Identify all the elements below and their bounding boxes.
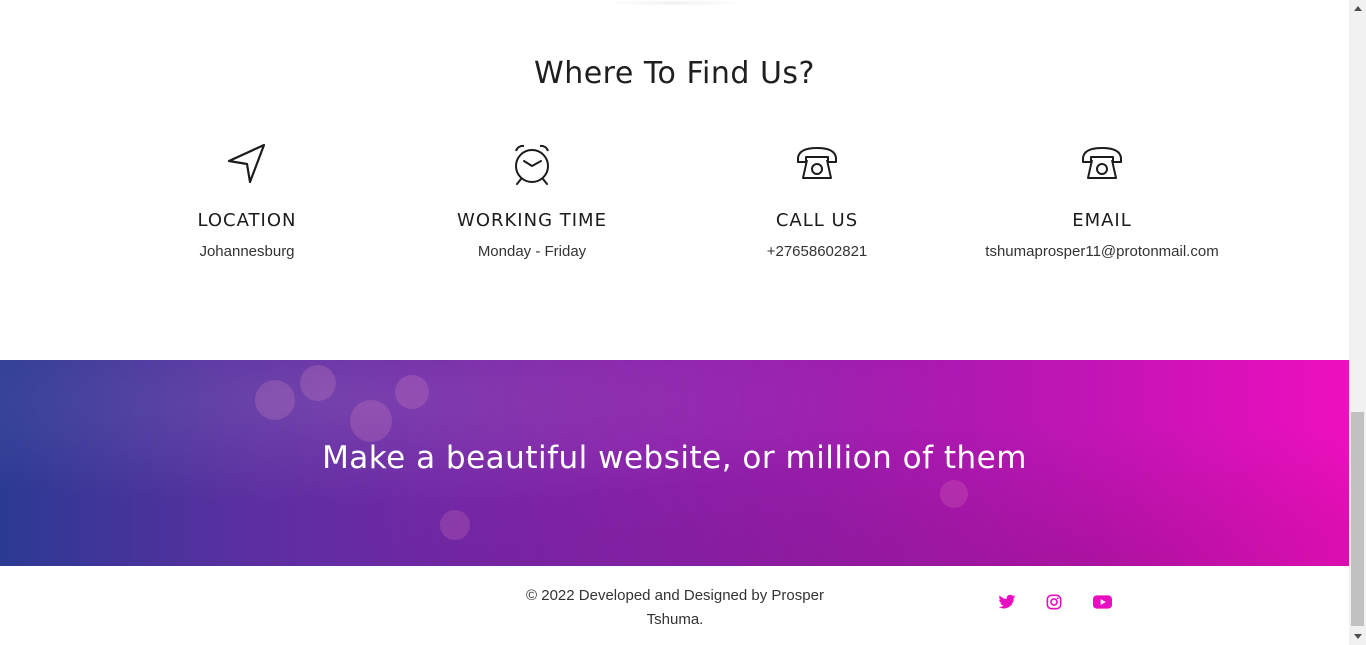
youtube-icon [1092, 595, 1112, 609]
info-location: LOCATION Johannesburg [97, 142, 397, 260]
telephone-icon [1082, 147, 1122, 179]
working-time-value: Monday - Friday [477, 243, 587, 260]
info-working-time: WORKING TIME Monday - Friday [382, 142, 682, 260]
youtube-link[interactable] [1092, 592, 1112, 612]
telephone-icon [797, 147, 837, 179]
banner-headline: Make a beautiful website, or million of … [322, 440, 1027, 476]
twitter-link[interactable] [997, 592, 1017, 612]
email-value: tshumaprosper11@protonmail.com [985, 243, 1219, 260]
twitter-icon [998, 594, 1016, 609]
instagram-icon [1046, 594, 1062, 610]
promo-banner: Make a beautiful website, or million of … [0, 360, 1349, 566]
info-email: EMAIL tshumaprosper11@protonmail.com [952, 142, 1252, 260]
working-time-heading: WORKING TIME [457, 210, 607, 231]
location-value: Johannesburg [199, 243, 295, 260]
where-to-find-us-title: Where To Find Us? [534, 56, 815, 91]
footer-copyright: © 2022 Developed and Designed by Prosper… [510, 584, 840, 632]
scroll-up-arrow-icon[interactable] [1349, 0, 1366, 17]
copyright-line-1: © 2022 Developed and Designed by Prosper [526, 587, 824, 604]
alarm-clock-icon [515, 144, 549, 185]
call-us-value: +27658602821 [766, 243, 868, 260]
scroll-down-arrow-icon[interactable] [1349, 628, 1366, 645]
section-top-shadow [600, 0, 750, 6]
location-heading: LOCATION [197, 210, 297, 231]
copyright-line-2: Tshuma. [646, 611, 704, 628]
page: Where To Find Us? LOCATION Johannesburg … [0, 0, 1349, 645]
scrollbar-thumb[interactable] [1351, 412, 1364, 626]
info-call-us: CALL US +27658602821 [667, 142, 967, 260]
vertical-scrollbar[interactable] [1349, 0, 1366, 645]
call-us-heading: CALL US [775, 210, 859, 231]
email-heading: EMAIL [1072, 210, 1132, 231]
instagram-link[interactable] [1044, 592, 1064, 612]
location-arrow-icon [227, 143, 266, 184]
